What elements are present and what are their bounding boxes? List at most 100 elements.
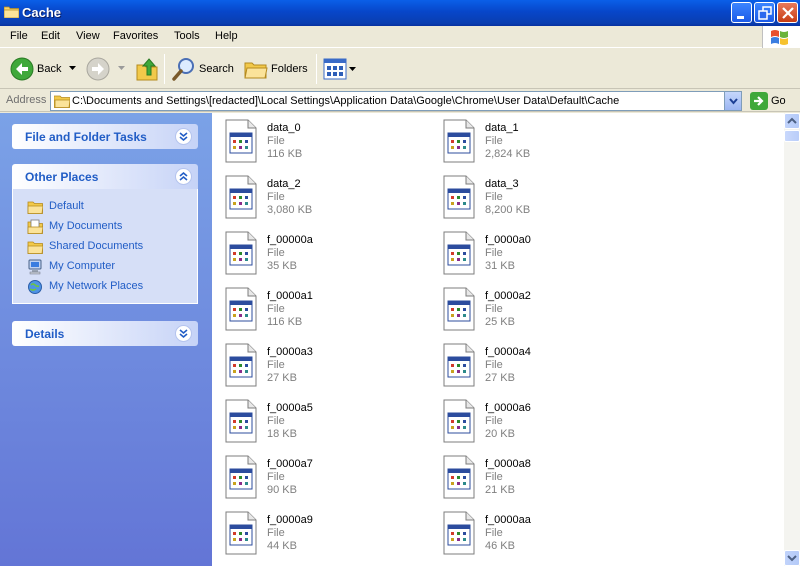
back-arrow-icon [10,57,34,81]
collapse-button[interactable] [175,168,192,185]
close-button[interactable] [777,2,798,23]
file-item[interactable]: f_0000a7 File 90 KB [212,451,422,503]
file-size: 90 KB [267,484,297,496]
file-size: 116 KB [267,316,303,328]
file-item[interactable]: data_1 File 2,824 KB [430,115,640,167]
go-button[interactable]: Go [748,91,798,111]
views-button[interactable] [321,49,357,89]
network-icon [28,280,42,294]
expand-button[interactable] [175,325,192,342]
search-icon [172,58,194,81]
address-dropdown-button[interactable] [724,92,741,110]
place-my-documents[interactable]: My Documents [13,217,197,237]
double-chevron-up-icon [179,171,188,181]
folder-icon [54,95,70,108]
menu-edit[interactable]: Edit [41,30,60,42]
menu-help[interactable]: Help [215,30,238,42]
up-folder-icon [136,58,158,81]
file-icon [225,231,257,275]
back-button[interactable]: Back [6,49,80,89]
place-my-computer[interactable]: My Computer [13,257,197,277]
file-icon [225,511,257,555]
scroll-up-button[interactable] [784,113,800,129]
forward-arrow-icon [86,57,110,81]
menu-tools[interactable]: Tools [174,30,200,42]
file-type: File [267,359,285,371]
file-item[interactable]: f_0000a5 File 18 KB [212,395,422,447]
file-type: File [267,303,285,315]
file-item[interactable]: data_0 File 116 KB [212,115,422,167]
place-label: Default [49,200,84,212]
shared-folder-icon [27,241,43,254]
file-type: File [267,471,285,483]
file-name: f_0000a9 [267,514,313,526]
scroll-thumb[interactable] [784,130,800,142]
my-documents-icon [27,219,43,234]
close-icon [782,7,794,19]
file-name: f_0000a4 [485,346,531,358]
file-item[interactable]: f_0000aa File 46 KB [430,507,640,559]
file-item[interactable]: data_3 File 8,200 KB [430,171,640,223]
file-item[interactable]: f_0000a8 File 21 KB [430,451,640,503]
place-my-network-places[interactable]: My Network Places [13,277,197,297]
file-icon [443,399,475,443]
file-name: f_00000a [267,234,313,246]
file-type: File [267,191,285,203]
panel-title: Details [25,327,65,341]
forward-button[interactable] [86,49,128,89]
file-item[interactable]: f_0000a9 File 44 KB [212,507,422,559]
minimize-button[interactable] [731,2,752,23]
go-arrow-icon [750,92,768,110]
menu-file[interactable]: File [10,30,28,42]
file-size: 25 KB [485,316,515,328]
file-folder-tasks-header[interactable]: File and Folder Tasks [12,124,198,149]
search-label: Search [199,63,234,75]
place-shared-documents[interactable]: Shared Documents [13,237,197,257]
window-title: Cache [22,5,62,20]
folders-button[interactable]: Folders [242,49,310,89]
other-places-header[interactable]: Other Places [12,164,198,189]
scroll-down-button[interactable] [784,550,800,566]
file-item[interactable]: f_0000a6 File 20 KB [430,395,640,447]
vertical-scrollbar[interactable] [784,113,800,566]
file-size: 3,080 KB [267,204,313,216]
details-header[interactable]: Details [12,321,198,346]
windows-logo-icon [762,26,800,48]
file-item[interactable]: f_0000a4 File 27 KB [430,339,640,391]
file-size: 35 KB [267,260,297,272]
file-icon [443,287,475,331]
file-size: 27 KB [485,372,515,384]
file-item[interactable]: data_2 File 3,080 KB [212,171,422,223]
file-size: 20 KB [485,428,515,440]
menu-favorites[interactable]: Favorites [113,30,158,42]
file-size: 18 KB [267,428,297,440]
double-chevron-down-icon [179,329,188,339]
place-default[interactable]: Default [13,197,197,217]
file-name: data_3 [485,178,519,190]
file-item[interactable]: f_0000a0 File 31 KB [430,227,640,279]
place-label: My Documents [49,220,123,232]
file-icon [443,175,475,219]
file-icon [225,343,257,387]
maximize-button[interactable] [754,2,775,23]
computer-icon [28,259,42,275]
file-icon [225,455,257,499]
file-item[interactable]: f_0000a2 File 25 KB [430,283,640,335]
address-field[interactable]: C:\Documents and Settings\[redacted]\Loc… [50,91,742,111]
file-size: 44 KB [267,540,297,552]
chevron-down-icon [69,66,76,70]
folder-icon [27,201,43,214]
restore-icon [758,6,772,20]
up-folder-button[interactable] [134,49,160,89]
file-item[interactable]: f_0000a3 File 27 KB [212,339,422,391]
other-places-list: Default My Documents Shared Documents My… [12,189,198,304]
search-button[interactable]: Search [170,49,236,89]
views-icon [323,58,347,80]
title-bar[interactable]: Cache [0,0,800,26]
expand-button[interactable] [175,128,192,145]
menu-view[interactable]: View [76,30,100,42]
file-item[interactable]: f_0000a1 File 116 KB [212,283,422,335]
go-label: Go [771,95,786,107]
file-item[interactable]: f_00000a File 35 KB [212,227,422,279]
file-icon [443,455,475,499]
